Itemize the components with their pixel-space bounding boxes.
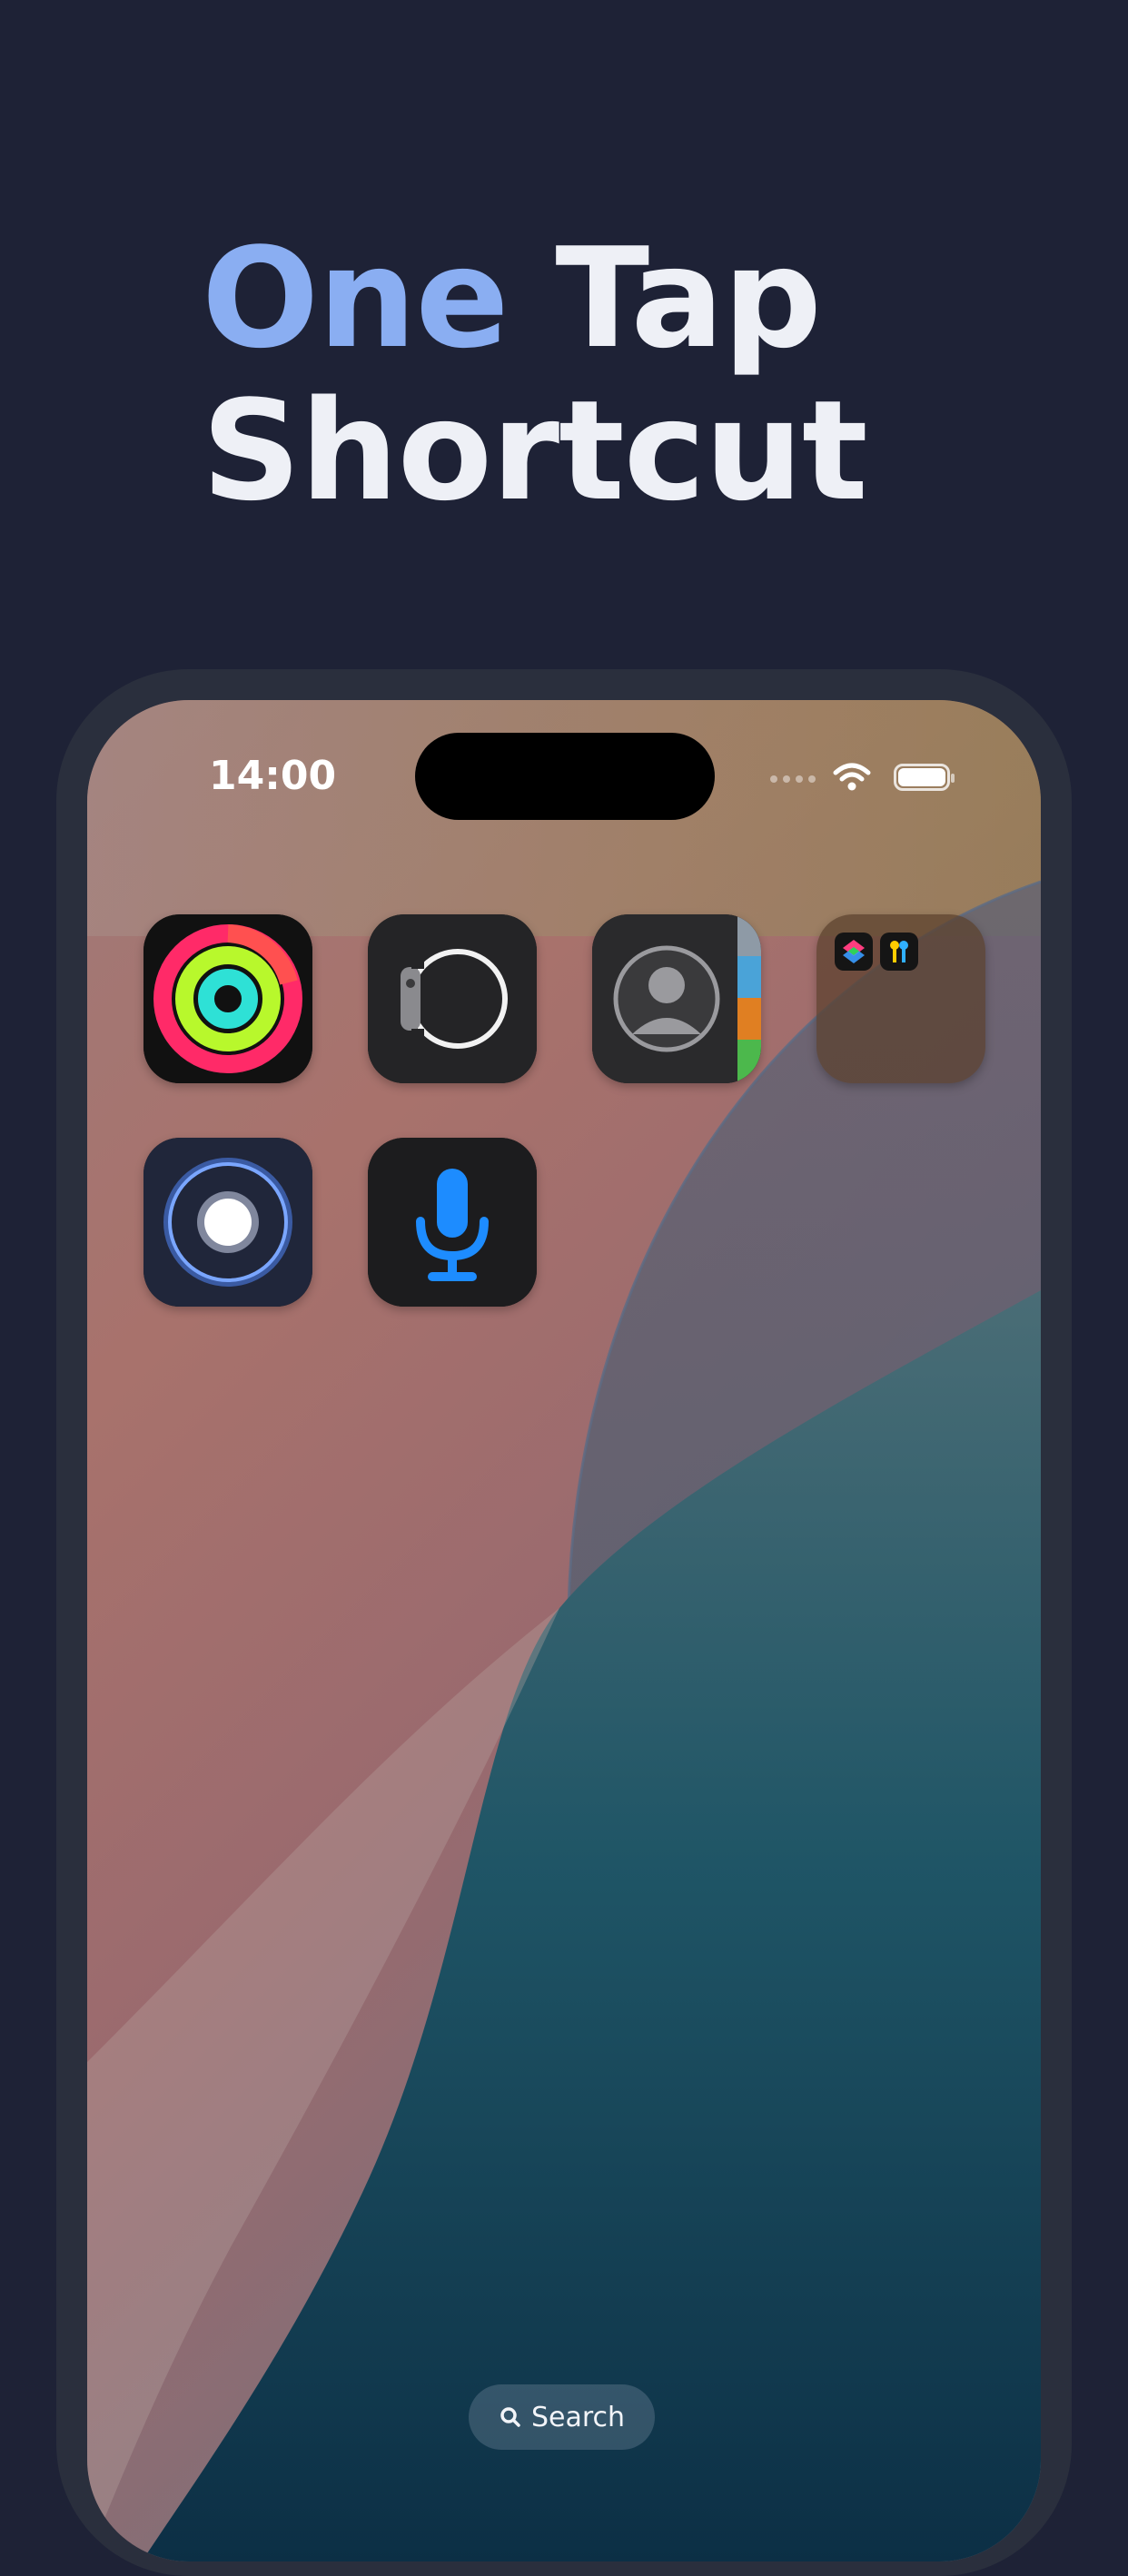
headline-line-1: One Tap (202, 222, 928, 375)
apple-watch-icon (368, 914, 537, 1083)
shortcuts-icon (835, 933, 873, 971)
headline: One Tap Shortcut (202, 222, 928, 528)
battery-icon (894, 764, 955, 791)
activity-rings-icon (143, 914, 312, 1083)
search-label: Search (530, 2401, 626, 2433)
search-icon (500, 2407, 520, 2427)
wifi-icon (833, 763, 871, 791)
phone-screen: 14:00 Search (87, 700, 1041, 2561)
passwords-icon (880, 933, 918, 971)
dynamic-island (415, 733, 715, 820)
contacts-app[interactable] (592, 914, 761, 1083)
search-button[interactable]: Search (469, 2384, 655, 2450)
status-time: 14:00 (209, 753, 337, 799)
headline-rest: Tap (508, 218, 821, 379)
microphone-icon (368, 1138, 537, 1307)
folder[interactable] (816, 914, 985, 1083)
voice-app[interactable] (368, 1138, 537, 1307)
headline-line-2: Shortcut (202, 370, 868, 531)
record-app[interactable] (143, 1138, 312, 1307)
watch-app[interactable] (368, 914, 537, 1083)
activity-app[interactable] (143, 914, 312, 1083)
contacts-icon (592, 914, 761, 1083)
headline-accent: One (202, 218, 510, 379)
cellular-signal-icon (770, 775, 816, 783)
record-circle-icon (143, 1138, 312, 1307)
